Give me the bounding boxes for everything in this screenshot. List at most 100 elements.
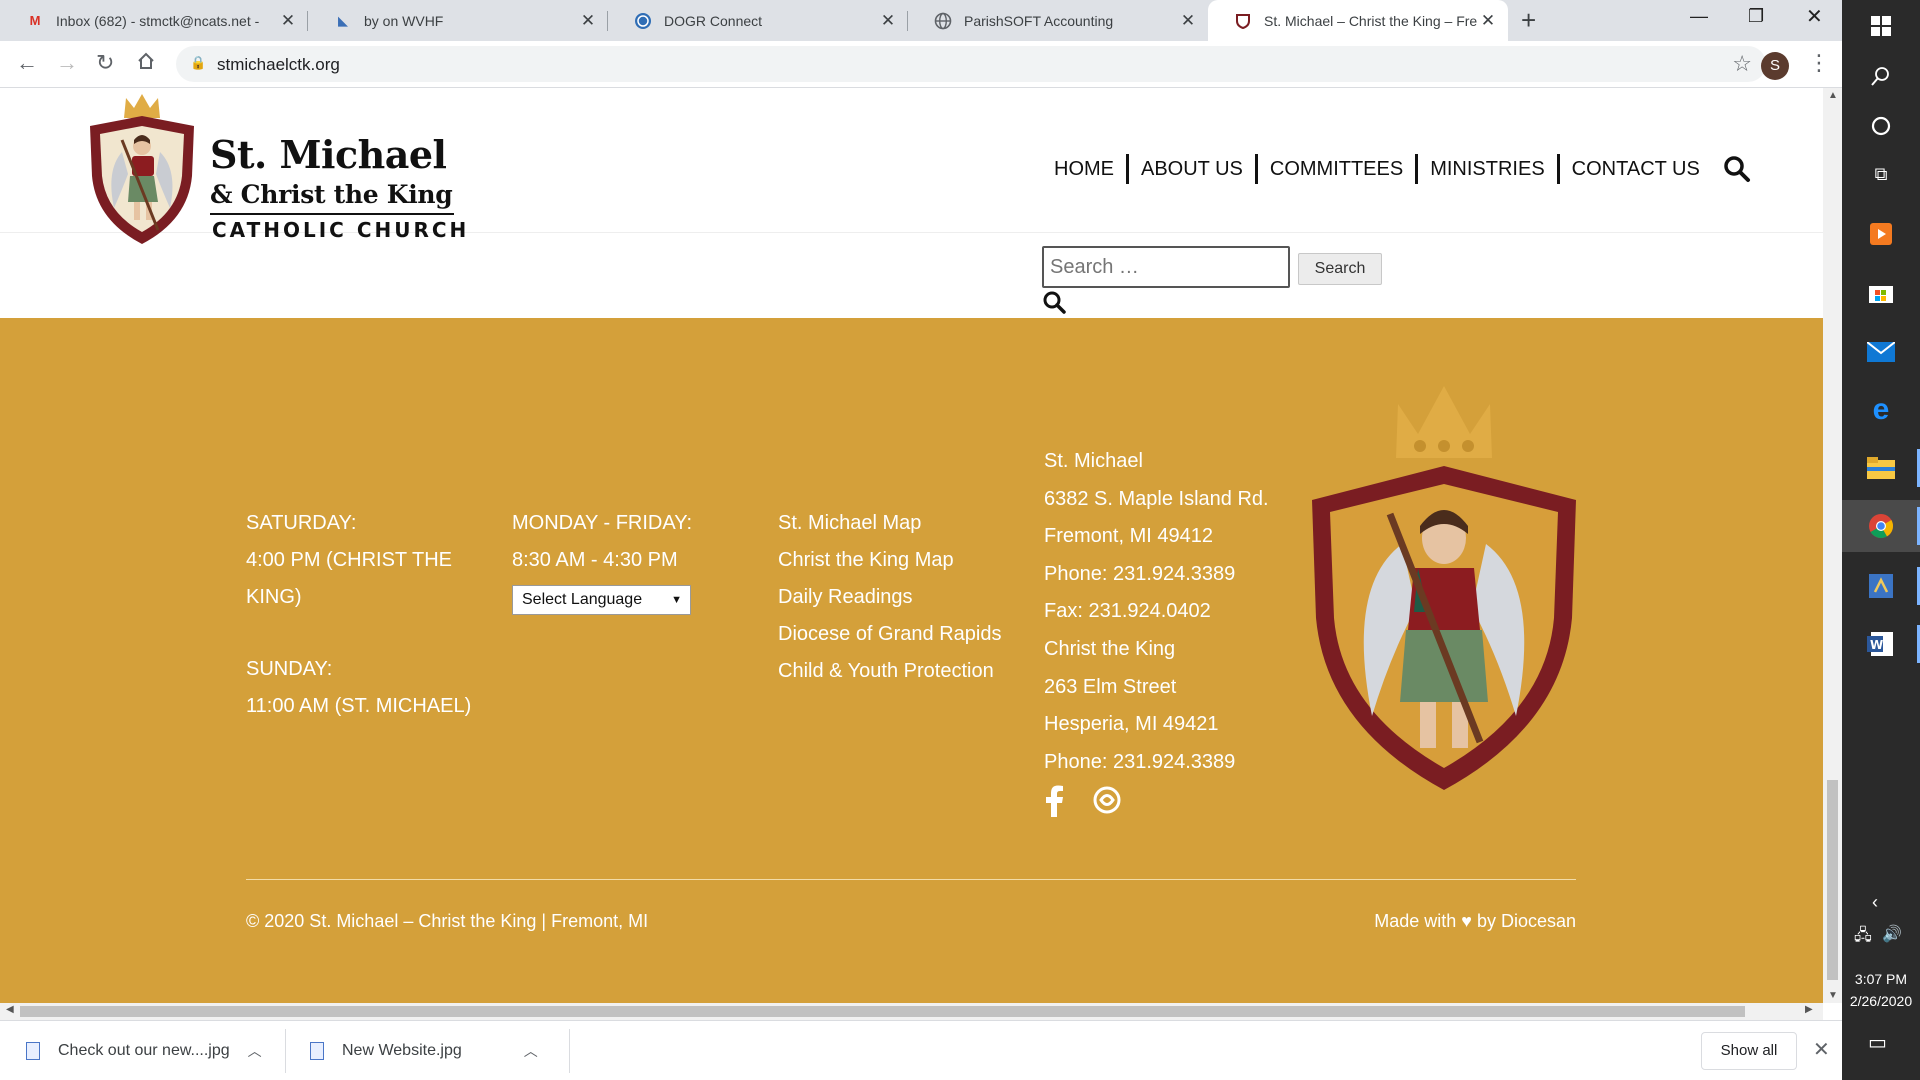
facebook-icon[interactable] (1044, 785, 1064, 818)
edge-icon[interactable]: e (1842, 384, 1920, 436)
church-crest-logo[interactable] (88, 90, 196, 250)
mail-icon[interactable] (1842, 326, 1920, 378)
profile-avatar[interactable]: S (1761, 52, 1789, 80)
cortana-icon[interactable] (1842, 100, 1920, 152)
logo-subtitle[interactable]: & Christ the King (210, 180, 453, 209)
back-icon[interactable]: ← (16, 51, 38, 75)
chevron-up-icon[interactable]: ︿ (524, 1041, 538, 1061)
home-icon[interactable] (136, 51, 156, 76)
nav-home[interactable]: HOME (1042, 154, 1129, 184)
tab-wvhf[interactable]: ◣ by on WVHF ✕ (308, 0, 608, 41)
search-icon[interactable] (1842, 50, 1920, 102)
reload-icon[interactable]: ↻ (96, 51, 114, 75)
close-tab-icon[interactable]: ✕ (878, 11, 898, 31)
image-file-icon (310, 1042, 324, 1060)
minimize-icon[interactable]: — (1690, 6, 1708, 27)
network-icon[interactable]: 🖧 (1854, 924, 1872, 951)
logo-title[interactable]: St. Michael (210, 132, 447, 177)
browser-toolbar: ← → ↻ 🔒 stmichaelctk.org ☆ S ⋮ (0, 41, 1842, 88)
horizontal-scrollbar[interactable]: ◀ ▶ (0, 1003, 1823, 1020)
contact-line: 6382 S. Maple Island Rd. (1044, 487, 1269, 510)
nav-contact-us[interactable]: CONTACT US (1560, 154, 1712, 184)
link-st-michael-map[interactable]: St. Michael Map (778, 505, 1038, 542)
mass-time: 11:00 AM (ST. MICHAEL) (246, 695, 472, 717)
search-icon[interactable] (1722, 154, 1752, 184)
link-child-youth-protection[interactable]: Child & Youth Protection (778, 653, 1038, 690)
search-button[interactable]: Search (1298, 253, 1382, 285)
lock-icon: 🔒 (190, 55, 207, 70)
crest-icon (1234, 12, 1252, 30)
task-view-icon[interactable]: ⧉ (1842, 148, 1920, 200)
scroll-down-icon[interactable]: ▼ (1828, 990, 1838, 1001)
notification-icon[interactable]: ▭ (1868, 1030, 1887, 1055)
scroll-left-icon[interactable]: ◀ (6, 1004, 14, 1015)
tab-title: St. Michael – Christ the King – Fre (1264, 12, 1478, 29)
restore-icon[interactable]: ❐ (1748, 6, 1764, 27)
bookmark-star-icon[interactable]: ☆ (1732, 51, 1752, 77)
contact-line: 263 Elm Street (1044, 675, 1177, 698)
new-tab-icon[interactable]: + (1521, 7, 1536, 33)
search-input[interactable] (1042, 246, 1290, 288)
mass-time: KING) (246, 586, 302, 608)
word-icon[interactable]: W (1842, 618, 1920, 670)
tab-dogr[interactable]: DOGR Connect ✕ (608, 0, 908, 41)
media-player-icon[interactable] (1842, 208, 1920, 260)
tab-stmichael[interactable]: St. Michael – Christ the King – Fre ✕ (1208, 0, 1508, 41)
scroll-right-icon[interactable]: ▶ (1805, 1004, 1813, 1015)
tab-gmail[interactable]: M Inbox (682) - stmctk@ncats.net - ✕ (0, 0, 308, 41)
scroll-up-icon[interactable]: ▲ (1828, 90, 1838, 101)
flocknote-icon[interactable] (1092, 785, 1122, 815)
contact-phone: Phone: 231.924.3389 (1044, 750, 1236, 773)
image-file-icon (26, 1042, 40, 1060)
vertical-scrollbar[interactable]: ▲ ▼ (1823, 88, 1842, 1003)
show-all-downloads-button[interactable]: Show all (1701, 1032, 1797, 1070)
church-crest-emblem (1312, 386, 1576, 790)
close-tab-icon[interactable]: ✕ (1178, 11, 1198, 31)
volume-icon[interactable]: 🔊 (1882, 924, 1902, 944)
contact-line: Fremont, MI 49412 (1044, 525, 1213, 548)
contact-line: Christ the King (1044, 637, 1176, 660)
address-bar[interactable]: 🔒 stmichaelctk.org ☆ (176, 46, 1766, 82)
chrome-icon[interactable] (1842, 500, 1920, 552)
nav-about-us[interactable]: ABOUT US (1129, 154, 1258, 184)
contact-line: St. Michael (1044, 450, 1143, 472)
made-with-credit-link[interactable]: Made with ♥ by Diocesan (1374, 911, 1576, 932)
search-icon[interactable] (1042, 290, 1068, 316)
close-tab-icon[interactable]: ✕ (1478, 11, 1498, 31)
app-icon[interactable] (1842, 560, 1920, 612)
chevron-up-icon[interactable]: ︿ (248, 1041, 262, 1061)
download-item[interactable]: Check out our new....jpg ︿ (26, 1021, 286, 1080)
downloads-bar: Check out our new....jpg ︿ New Website.j… (0, 1020, 1842, 1080)
logo-divider (210, 213, 454, 215)
site-header: St. Michael & Christ the King CATHOLIC C… (0, 88, 1823, 244)
tab-title: DOGR Connect (664, 12, 763, 29)
link-daily-readings[interactable]: Daily Readings (778, 579, 1038, 616)
download-item[interactable]: New Website.jpg ︿ (310, 1021, 570, 1080)
link-diocese[interactable]: Diocese of Grand Rapids (778, 616, 1038, 653)
close-tab-icon[interactable]: ✕ (578, 11, 598, 31)
tab-parishsoft[interactable]: ParishSOFT Accounting ✕ (908, 0, 1208, 41)
windows-start-icon[interactable] (1842, 0, 1920, 52)
scrollbar-thumb[interactable] (1827, 780, 1838, 980)
mass-day: SATURDAY: (246, 512, 357, 534)
url-text: stmichaelctk.org (217, 55, 340, 74)
dogr-icon (634, 12, 652, 30)
language-select[interactable]: Select Language ▼ (512, 585, 691, 615)
nav-ministries[interactable]: MINISTRIES (1418, 154, 1560, 184)
close-downloads-icon[interactable]: ✕ (1813, 1037, 1830, 1062)
footer-divider (246, 879, 1576, 880)
chevron-left-icon[interactable]: ‹ (1872, 892, 1878, 913)
forward-icon[interactable]: → (56, 51, 78, 75)
close-window-icon[interactable]: ✕ (1806, 4, 1823, 29)
tab-strip: M Inbox (682) - stmctk@ncats.net - ✕ ◣ b… (0, 0, 1842, 41)
scrollbar-thumb[interactable] (20, 1006, 1745, 1017)
store-icon[interactable] (1842, 266, 1920, 318)
logo-tagline[interactable]: CATHOLIC CHURCH (212, 218, 469, 242)
close-tab-icon[interactable]: ✕ (278, 11, 298, 31)
file-explorer-icon[interactable] (1842, 442, 1920, 494)
system-clock[interactable]: 3:07 PM 2/26/2020 (1842, 968, 1920, 1012)
nav-committees[interactable]: COMMITTEES (1258, 154, 1419, 184)
menu-icon[interactable]: ⋮ (1808, 50, 1830, 76)
clock-time: 3:07 PM (1854, 971, 1908, 987)
link-christ-the-king-map[interactable]: Christ the King Map (778, 542, 1038, 579)
